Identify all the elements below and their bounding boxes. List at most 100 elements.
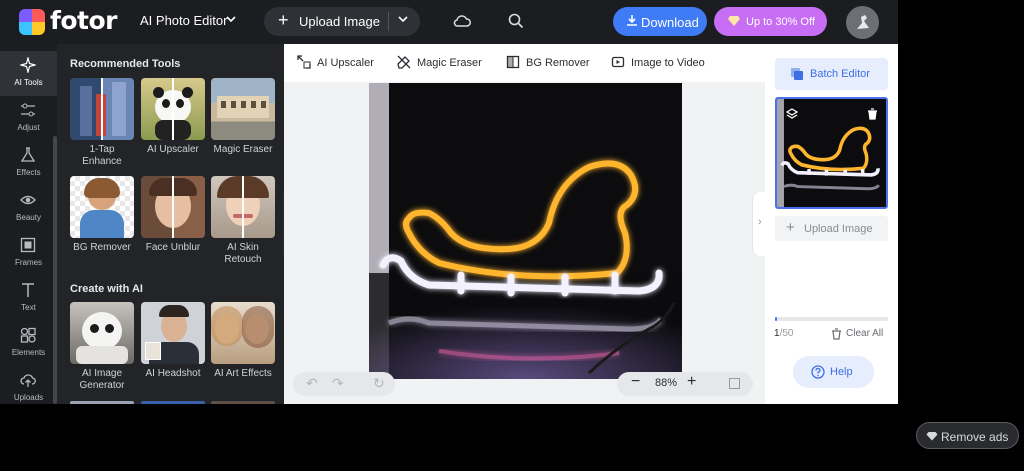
rail-item-effects[interactable]: Effects: [0, 141, 57, 186]
tool-thumbnail: [211, 401, 275, 404]
toolbar-label: Image to Video: [631, 57, 705, 69]
canvas-toolbar: AI Upscaler Magic Eraser BG Remover Imag…: [284, 44, 765, 82]
image-count-max: /50: [779, 328, 794, 339]
rail-item-elements[interactable]: Elements: [0, 321, 57, 366]
shapes-icon: [20, 327, 36, 343]
flask-icon: [20, 147, 36, 162]
upload-image-label: Upload Image: [299, 14, 380, 29]
plus-icon: +: [278, 10, 289, 30]
editor-menu[interactable]: AI Photo Editor: [140, 13, 227, 28]
brand-name[interactable]: fotor: [50, 6, 118, 35]
zoom-out-button[interactable]: −: [631, 373, 640, 391]
bg-remover-icon: [506, 55, 520, 69]
trash-icon: [832, 328, 841, 340]
eraser-icon: [397, 55, 411, 69]
toolbar-label: AI Upscaler: [317, 57, 374, 69]
create-with-ai-title: Create with AI: [70, 283, 143, 295]
neon-sleigh-image: [369, 83, 682, 379]
tool-ai-image-generator[interactable]: AI Image Generator: [70, 302, 134, 392]
search-icon[interactable]: [508, 13, 524, 34]
rail-item-beauty[interactable]: Beauty: [0, 186, 57, 231]
batch-editor-label: Batch Editor: [810, 68, 870, 80]
cloud-icon[interactable]: [453, 13, 471, 34]
tool-label: AI Headshot: [145, 368, 201, 379]
clear-all-label: Clear All: [846, 328, 884, 339]
upload-dropdown-icon[interactable]: [398, 14, 408, 27]
progress-fill: [775, 317, 778, 321]
redo-icon[interactable]: ↷: [332, 375, 344, 392]
tool-thumbnail: [211, 302, 275, 364]
tool-ai-headshot[interactable]: AI Headshot: [141, 302, 205, 380]
eye-icon: [20, 195, 36, 205]
rail-item-ai-tools[interactable]: AI Tools: [0, 51, 57, 96]
tool-label: AI Skin Retouch: [224, 242, 262, 265]
upload-cloud-icon: [20, 374, 36, 387]
tool-label: AI Upscaler: [147, 144, 199, 155]
download-icon: [626, 14, 638, 30]
rail-label: Effects: [16, 168, 41, 177]
tool-ai-skin-retouch[interactable]: AI Skin Retouch: [211, 176, 275, 266]
undo-icon[interactable]: ↶: [306, 375, 318, 392]
tool-thumbnail: [211, 176, 275, 238]
download-button[interactable]: Download: [613, 7, 707, 36]
tool-thumbnail: [70, 401, 134, 404]
fotor-logo-icon[interactable]: [19, 9, 45, 35]
left-icon-rail: AI Tools Adjust Effects Beauty Frames Te…: [0, 44, 57, 404]
canvas-image[interactable]: [369, 83, 682, 379]
history-icon[interactable]: ↻: [373, 375, 385, 392]
upgrade-offer-button[interactable]: Up to 30% Off: [714, 7, 827, 36]
user-avatar[interactable]: [846, 6, 879, 39]
video-icon: [611, 56, 625, 68]
sliders-icon: [21, 103, 35, 117]
offer-label: Up to 30% Off: [746, 16, 815, 28]
tool-label: AI Art Effects: [214, 368, 272, 379]
upload-image-button[interactable]: + Upload Image: [264, 7, 420, 36]
collapse-right-panel-button[interactable]: ›: [752, 192, 766, 256]
image-count: 1/50: [774, 328, 793, 339]
batch-editor-button[interactable]: Batch Editor: [775, 58, 888, 90]
help-button[interactable]: Help: [793, 356, 874, 388]
remove-ads-button[interactable]: Remove ads: [916, 422, 1019, 449]
compare-icon[interactable]: [729, 378, 740, 389]
help-label: Help: [830, 366, 853, 378]
tool-thumbnail: [141, 176, 205, 238]
image-thumbnail-card[interactable]: [775, 97, 888, 209]
help-icon: [811, 365, 825, 379]
rail-item-frames[interactable]: Frames: [0, 231, 57, 276]
toolbar-label: BG Remover: [526, 57, 590, 69]
sparkle-icon: [20, 57, 36, 73]
tool-label: AI Image Generator: [79, 368, 125, 391]
download-label: Download: [641, 15, 699, 30]
right-panel: Batch Editor + Upload Image 1/50 Clear A…: [765, 44, 898, 404]
tool-ai-upscaler[interactable]: AI Upscaler: [141, 78, 205, 156]
canvas-area: AI Upscaler Magic Eraser BG Remover Imag…: [284, 44, 765, 404]
trash-icon[interactable]: [867, 107, 878, 125]
top-bar: fotor AI Photo Editor + Upload Image Dow…: [0, 0, 898, 44]
zoom-controls: − 88% +: [617, 372, 753, 396]
frame-icon: [20, 237, 36, 253]
tool-magic-eraser[interactable]: Magic Eraser: [211, 78, 275, 156]
tool-face-unblur[interactable]: Face Unblur: [141, 176, 205, 254]
rail-label: Text: [21, 303, 36, 312]
rail-item-adjust[interactable]: Adjust: [0, 96, 57, 141]
tool-label: BG Remover: [73, 242, 131, 253]
plus-icon: +: [786, 219, 795, 236]
rail-label: Elements: [11, 348, 46, 357]
rail-label: Adjust: [17, 123, 40, 132]
tool-thumbnail: [70, 78, 134, 140]
tool-thumbnail: [141, 78, 205, 140]
tool-label: Magic Eraser: [213, 144, 273, 155]
history-controls: ↶ ↷ ↻: [293, 372, 395, 396]
rail-item-text[interactable]: Text: [0, 276, 57, 321]
tool-bg-remover[interactable]: BG Remover: [70, 176, 134, 254]
tool-1-tap-enhance[interactable]: 1-Tap Enhance: [70, 78, 134, 168]
rail-label: Frames: [14, 258, 43, 267]
tool-thumbnail: [70, 176, 134, 238]
tool-ai-art-effects[interactable]: AI Art Effects: [211, 302, 275, 380]
upload-image-secondary-button[interactable]: + Upload Image: [775, 216, 888, 241]
chevron-down-icon[interactable]: [226, 13, 236, 27]
layers-stack-icon[interactable]: [785, 107, 799, 125]
rail-item-uploads[interactable]: Uploads: [0, 366, 57, 411]
zoom-in-button[interactable]: +: [687, 373, 696, 391]
layers-icon: [791, 68, 803, 80]
